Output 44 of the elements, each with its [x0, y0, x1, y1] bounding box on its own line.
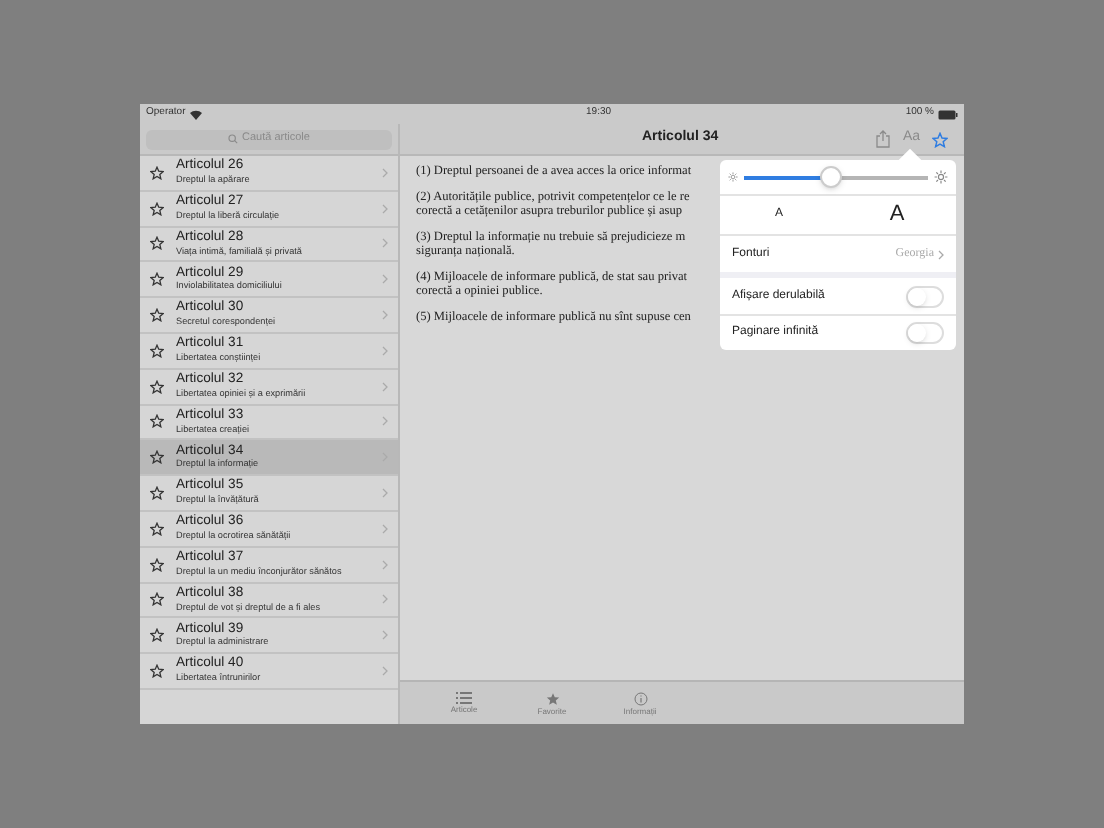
- info-icon: [633, 691, 647, 705]
- star-icon[interactable]: [150, 379, 164, 394]
- chevron-icon: [382, 310, 388, 321]
- star-icon[interactable]: [150, 308, 164, 323]
- star-icon[interactable]: [150, 414, 164, 429]
- star-icon[interactable]: [150, 450, 164, 465]
- star-icon[interactable]: [150, 272, 164, 287]
- star-icon: [545, 691, 559, 705]
- star-icon[interactable]: [932, 131, 948, 147]
- chevron-icon: [382, 203, 388, 214]
- chevron-icon: [382, 666, 388, 677]
- toggle-switch[interactable]: [906, 285, 944, 307]
- toggle-switch[interactable]: [906, 322, 944, 344]
- star-icon[interactable]: [150, 592, 164, 607]
- star-icon[interactable]: [150, 521, 164, 536]
- star-icon[interactable]: [150, 165, 164, 180]
- dim-brightness-icon: [728, 172, 738, 182]
- star-icon[interactable]: [150, 201, 164, 216]
- chevron-icon: [382, 416, 388, 427]
- bright-brightness-icon: [934, 170, 948, 184]
- battery-icon: [938, 109, 958, 119]
- star-icon[interactable]: [150, 343, 164, 358]
- star-icon[interactable]: [150, 486, 164, 501]
- chevron-icon: [382, 238, 388, 249]
- chevron-icon: [382, 167, 388, 178]
- star-icon[interactable]: [150, 557, 164, 572]
- chevron-icon: [938, 249, 944, 259]
- chevron-icon: [382, 488, 388, 499]
- chevron-icon: [382, 559, 388, 570]
- chevron-icon: [382, 274, 388, 285]
- chevron-icon: [382, 345, 388, 356]
- star-icon[interactable]: [150, 664, 164, 679]
- brightness-slider[interactable]: [744, 166, 928, 188]
- chevron-icon: [382, 523, 388, 534]
- chevron-icon: [382, 594, 388, 605]
- star-icon[interactable]: [150, 236, 164, 251]
- search-icon: [228, 134, 239, 144]
- font-size-button[interactable]: A: [838, 198, 956, 232]
- list-icon: [456, 692, 472, 704]
- wifi-icon: [189, 109, 202, 119]
- slider-thumb[interactable]: [819, 166, 842, 188]
- chevron-icon: [382, 381, 388, 392]
- chevron-icon: [382, 630, 388, 641]
- star-icon[interactable]: [150, 628, 164, 643]
